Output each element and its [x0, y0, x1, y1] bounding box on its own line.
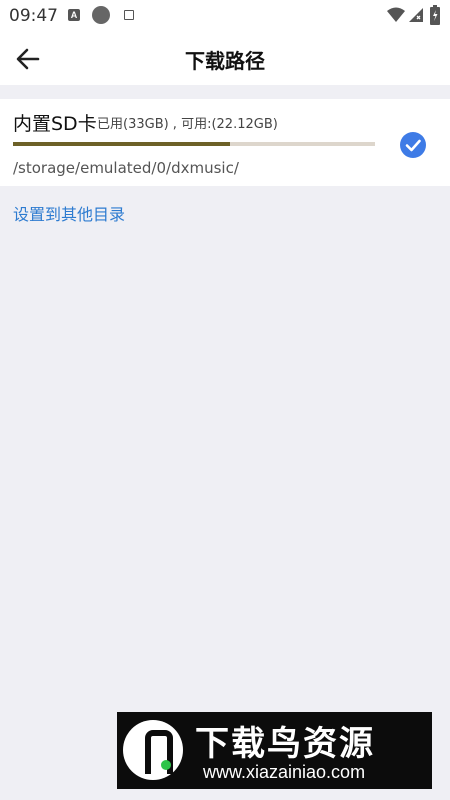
storage-option-internal-sd[interactable]: 内置SD卡 已用(33GB) , 可用:(22.12GB) /storage/e…: [0, 99, 450, 186]
status-bar: 09:47 A: [0, 0, 450, 32]
watermark-url: www.xiazainiao.com: [203, 762, 366, 782]
watermark-brand: 下载鸟资源: [195, 724, 375, 764]
battery-icon: [430, 5, 440, 25]
watermark-banner: 下载鸟资源 www.xiazainiao.com: [117, 712, 432, 789]
wifi-icon: [387, 7, 405, 22]
storage-usage-bar: [13, 142, 375, 146]
page-title: 下载路径: [185, 49, 265, 73]
selected-check-icon[interactable]: [400, 132, 426, 158]
square-icon: [124, 10, 134, 20]
storage-path: /storage/emulated/0/dxmusic/: [13, 159, 239, 177]
logo-dot-icon: [161, 760, 171, 770]
watermark-logo: [123, 720, 183, 780]
app-toolbar: 下载路径: [0, 32, 450, 85]
storage-name: 内置SD卡: [13, 113, 97, 135]
set-other-directory-link[interactable]: 设置到其他目录: [13, 201, 125, 225]
notification-a-icon: A: [68, 9, 80, 21]
circle-icon: [92, 6, 110, 24]
storage-usage-fill: [13, 142, 231, 146]
signal-icon: [409, 8, 423, 22]
status-time: 09:47: [9, 6, 58, 26]
storage-usage: 已用(33GB) , 可用:(22.12GB): [97, 117, 278, 132]
